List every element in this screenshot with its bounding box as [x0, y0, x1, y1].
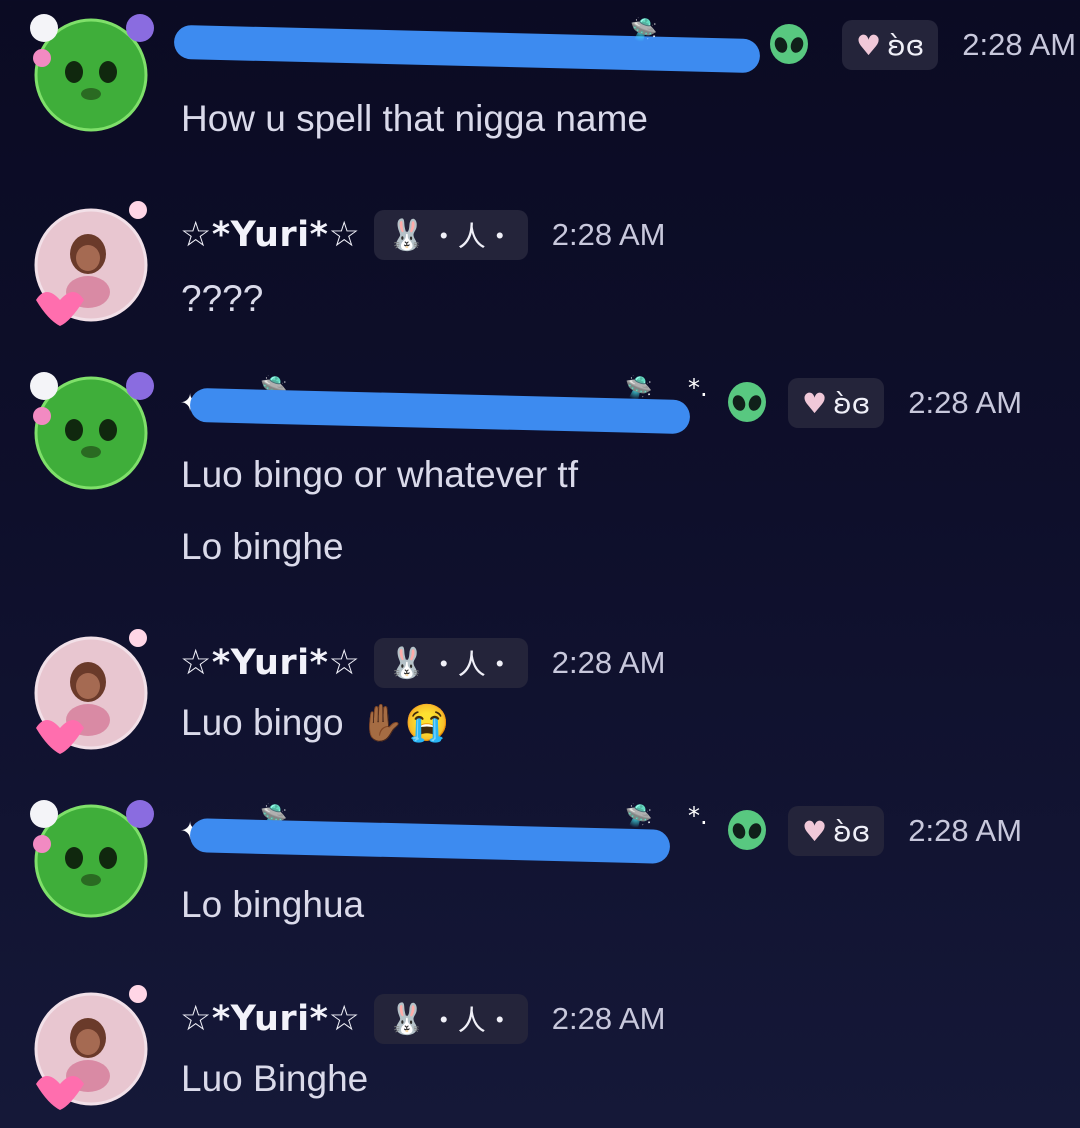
message-group: ✦ 🛸 ♥ ʚ̀ɞ 2:28 AM How u spell that nigga…	[0, 14, 1080, 170]
alien-cat-avatar-icon	[30, 14, 154, 132]
role-tag[interactable]: ♥ ʚ̀ɞ	[788, 806, 885, 856]
message-header: ✦ 🛸 🛸 *. ♥ ʚ̀ɞ 2:28 AM	[180, 802, 1023, 864]
tag-text: ・人・	[429, 648, 514, 681]
tag-text: ・人・	[429, 220, 514, 253]
heart-icon: ♥	[856, 28, 882, 62]
message-text: Luo bingo ✋🏾😭	[181, 702, 449, 744]
redaction-scribble	[189, 818, 671, 864]
bunny-icon: 🐰	[388, 645, 426, 681]
redacted-username[interactable]: ✦ 🛸 🛸 *.	[180, 802, 708, 864]
redaction-scribble	[189, 387, 691, 435]
role-tag[interactable]: ♥ ʚ̀ɞ	[842, 20, 939, 70]
username[interactable]: ☆*Yuri*☆	[180, 215, 360, 255]
redaction-scribble	[173, 24, 761, 74]
anime-girl-avatar-icon	[34, 985, 148, 1110]
timestamp: 2:28 AM	[551, 645, 666, 680]
alien-icon	[728, 810, 766, 850]
message-text: Lo binghua	[181, 884, 365, 925]
message-header: ☆*Yuri*☆ 🐰 ・人・ 2:28 AM	[180, 994, 665, 1044]
alien-cat-avatar-icon	[30, 372, 154, 490]
asterisk-text: *.	[688, 374, 708, 402]
message-header: ✦ 🛸 🛸 *. ♥ ʚ̀ɞ 2:28 AM	[180, 374, 1023, 435]
message-text-content: Luo bingo	[181, 702, 344, 743]
message-header: ☆*Yuri*☆ 🐰 ・人・ 2:28 AM	[180, 210, 665, 260]
anime-girl-avatar-icon	[34, 629, 148, 754]
message-group: ☆*Yuri*☆ 🐰 ・人・ 2:28 AM Luo bingo ✋🏾😭	[0, 629, 1080, 788]
message-group: ✦ 🛸 🛸 *. ♥ ʚ̀ɞ 2:28 AM Lo binghua	[0, 800, 1080, 956]
role-tag[interactable]: ♥ ʚ̀ɞ	[788, 378, 885, 428]
avatar-yuri[interactable]	[34, 629, 148, 754]
message-text: ????	[181, 278, 264, 319]
tag-text: ・人・	[429, 1004, 514, 1037]
anime-girl-avatar-icon	[34, 201, 148, 326]
ufo-icon: 🛸	[630, 18, 658, 43]
ufo-icon: 🛸	[625, 804, 653, 829]
raised-hand-icon: ✋🏾	[359, 702, 405, 743]
message-group: ☆*Yuri*☆ 🐰 ・人・ 2:28 AM ????	[0, 201, 1080, 360]
avatar-yuri[interactable]	[34, 985, 148, 1110]
timestamp: 2:28 AM	[908, 813, 1023, 848]
alien-icon	[770, 24, 808, 64]
message-text: How u spell that nigga name	[181, 98, 648, 139]
alien-cat-avatar-icon	[30, 800, 154, 918]
avatar-yuri[interactable]	[34, 201, 148, 326]
timestamp: 2:28 AM	[551, 1001, 666, 1036]
message-text: Luo Binghe	[181, 1058, 369, 1099]
avatar-alien[interactable]	[30, 372, 154, 490]
username[interactable]: ☆*Yuri*☆	[180, 999, 360, 1039]
message-text: Luo bingo or whatever tf	[181, 454, 578, 495]
redacted-username[interactable]: ✦ 🛸	[173, 18, 761, 74]
tag-text: ʚ̀ɞ	[887, 28, 925, 62]
bunny-icon: 🐰	[388, 1001, 426, 1037]
ufo-icon: 🛸	[625, 376, 653, 401]
redacted-username[interactable]: ✦ 🛸 🛸 *.	[180, 374, 708, 435]
asterisk-text: *.	[688, 802, 708, 830]
alien-icon	[728, 382, 766, 422]
message-group: ✦ 🛸 🛸 *. ♥ ʚ̀ɞ 2:28 AM Luo bingo or what…	[0, 372, 1080, 567]
message-header: ✦ 🛸 ♥ ʚ̀ɞ 2:28 AM	[173, 18, 1077, 74]
username[interactable]: ☆*Yuri*☆	[180, 643, 360, 683]
message-header: ☆*Yuri*☆ 🐰 ・人・ 2:28 AM	[180, 638, 665, 688]
heart-icon: ♥	[802, 814, 828, 848]
timestamp: 2:28 AM	[551, 217, 666, 252]
timestamp: 2:28 AM	[908, 385, 1023, 420]
role-tag[interactable]: 🐰 ・人・	[374, 210, 528, 260]
message-text: Lo binghe	[181, 526, 344, 567]
bunny-icon: 🐰	[388, 217, 426, 253]
tag-text: ʚ̀ɞ	[833, 814, 871, 848]
message-group: ☆*Yuri*☆ 🐰 ・人・ 2:28 AM Luo Binghe	[0, 985, 1080, 1128]
avatar-alien[interactable]	[30, 14, 154, 132]
role-tag[interactable]: 🐰 ・人・	[374, 994, 528, 1044]
avatar-alien[interactable]	[30, 800, 154, 918]
role-tag[interactable]: 🐰 ・人・	[374, 638, 528, 688]
heart-icon: ♥	[802, 386, 828, 420]
tag-text: ʚ̀ɞ	[833, 386, 871, 420]
timestamp: 2:28 AM	[962, 27, 1077, 62]
crying-face-icon: 😭	[404, 702, 450, 743]
